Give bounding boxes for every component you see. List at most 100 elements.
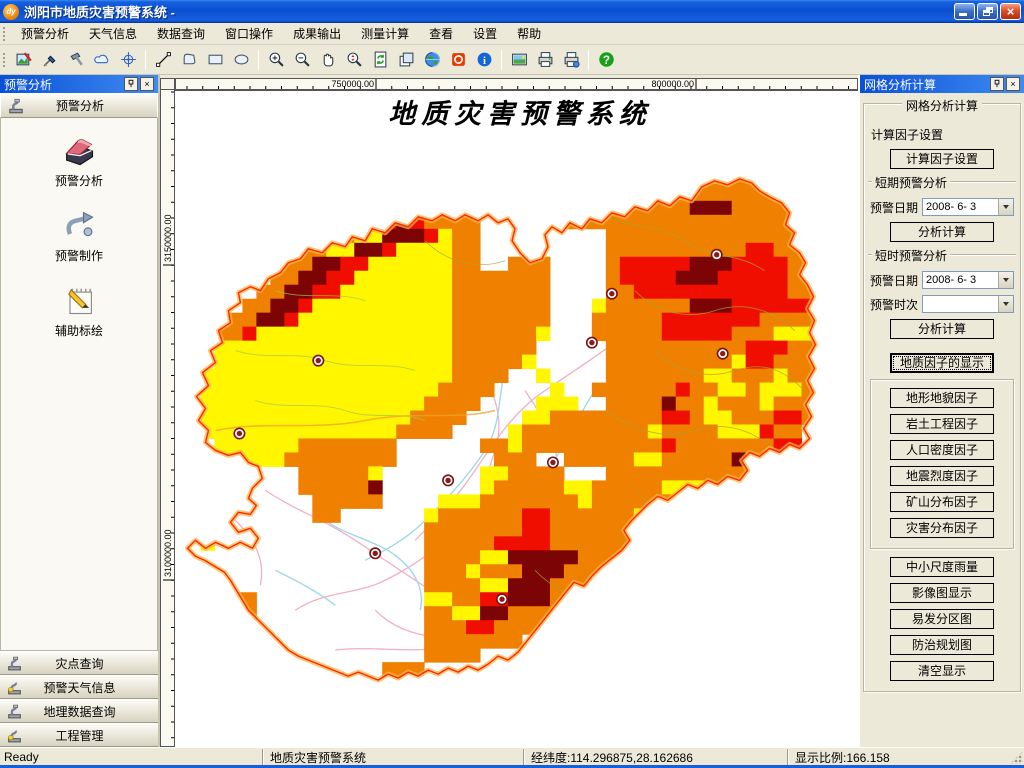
left-panel-header[interactable]: 预警分析 (0, 93, 158, 118)
warning-date-label: 预警日期 (870, 200, 919, 215)
calc-factor-settings-button[interactable]: 计算因子设置 (890, 149, 994, 169)
paint-brush-icon[interactable] (38, 48, 62, 72)
menu-help[interactable]: 帮助 (507, 22, 551, 45)
warning-time-combo[interactable] (922, 295, 1014, 313)
help-icon[interactable] (594, 48, 618, 72)
population-factor-button[interactable]: 人口密度因子 (890, 440, 994, 460)
refresh-view-icon[interactable] (368, 48, 392, 72)
map-canvas[interactable]: 地质灾害预警系统 (175, 90, 858, 747)
right-panel: 网格分析计算 × 网格分析计算 计算因子设置 计算因子设置 短期预警分析 预警日… (858, 75, 1024, 747)
info-icon[interactable] (472, 48, 496, 72)
close-button[interactable]: × (1000, 3, 1021, 20)
susceptibility-map-button[interactable]: 易发分区图 (890, 609, 994, 629)
polygon-tool-icon[interactable] (177, 48, 201, 72)
locate-crosshair-icon[interactable] (116, 48, 140, 72)
menu-view[interactable]: 查看 (419, 22, 463, 45)
pin-icon[interactable] (990, 77, 1004, 91)
section-short-term: 短期预警分析 预警日期 2008- 6- 3 分析计算 (868, 174, 1016, 242)
hammer-tool-icon[interactable] (64, 48, 88, 72)
print-preview-icon[interactable] (559, 48, 583, 72)
map-region: 750000.00 800000.00 3150000.00 3100000.00 … (160, 75, 858, 747)
svg-text:800000.00: 800000.00 (651, 79, 694, 89)
menu-weather-info[interactable]: 天气信息 (79, 22, 147, 45)
zoom-in-icon[interactable] (264, 48, 288, 72)
bar-project-management[interactable]: 工程管理 (0, 723, 158, 747)
item-warning-analysis[interactable]: 预警分析 (19, 132, 139, 189)
legend-map-icon[interactable] (507, 48, 531, 72)
bar-label: 预警天气信息 (43, 680, 116, 695)
status-coordinates: 经纬度:114.296875,28.162686 (523, 749, 787, 765)
bar-disaster-point-query[interactable]: 灾点查询 (0, 651, 158, 675)
globe-icon[interactable] (420, 48, 444, 72)
section-label: 短期预警分析 (872, 174, 951, 191)
image-display-button[interactable]: 影像图显示 (890, 583, 994, 603)
bar-warning-weather-info[interactable]: 预警天气信息 (0, 675, 158, 699)
map-edit-icon[interactable] (12, 48, 36, 72)
menu-warning-analysis[interactable]: 预警分析 (11, 22, 79, 45)
minimize-button[interactable] (954, 3, 975, 20)
menu-measure-calc[interactable]: 测量计算 (351, 22, 419, 45)
clear-display-button[interactable]: 清空显示 (890, 661, 994, 681)
window-title: 浏阳市地质灾害预警系统 - (24, 5, 175, 20)
geotech-factor-button[interactable]: 岩土工程因子 (890, 414, 994, 434)
print-icon[interactable] (533, 48, 557, 72)
close-icon[interactable]: × (1006, 77, 1020, 91)
restore-button[interactable] (977, 3, 998, 20)
bar-label: 灾点查询 (55, 656, 104, 671)
geo-factor-display-button[interactable]: 地质因子的显示 (890, 353, 994, 373)
ellipse-tool-icon[interactable] (229, 48, 253, 72)
prevention-plan-button[interactable]: 防治规划图 (890, 635, 994, 655)
close-icon[interactable]: × (140, 77, 154, 91)
combo-value: 2008- 6- 3 (926, 274, 977, 286)
section-label: 计算因子设置 (868, 126, 1016, 143)
terrain-factor-button[interactable]: 地形地貌因子 (890, 388, 994, 408)
chevron-down-icon[interactable] (998, 296, 1013, 312)
layers-copy-icon[interactable] (394, 48, 418, 72)
status-bar: Ready 地质灾害预警系统 经纬度:114.296875,28.162686 … (0, 747, 1024, 765)
item-auxiliary-plotting[interactable]: 辅助标绘 (19, 282, 139, 339)
rectangle-tool-icon[interactable] (203, 48, 227, 72)
warning-date-label: 预警日期 (870, 273, 919, 288)
mine-factor-button[interactable]: 矿山分布因子 (890, 492, 994, 512)
weather-icon (6, 679, 23, 696)
warning-time-label: 预警时次 (870, 297, 919, 312)
cloud-draw-icon[interactable] (90, 48, 114, 72)
resize-grip[interactable] (1010, 751, 1023, 764)
left-panel-header-label: 预警分析 (55, 99, 104, 113)
item-warning-production[interactable]: 预警制作 (19, 207, 139, 264)
title-bar[interactable]: dy 浏阳市地质灾害预警系统 - × (0, 0, 1024, 23)
toolbar-separator (258, 49, 259, 70)
pin-icon[interactable] (124, 77, 138, 91)
menu-result-output[interactable]: 成果输出 (283, 22, 351, 45)
menubar-grip[interactable] (2, 25, 7, 42)
app-logo-icon: dy (3, 3, 19, 20)
record-stop-icon[interactable] (446, 48, 470, 72)
toolbar-grip[interactable] (2, 51, 7, 68)
groupbox-legend: 网格分析计算 (901, 97, 983, 114)
menu-window-ops[interactable]: 窗口操作 (215, 22, 283, 45)
left-panel: 预警分析 × 预警分析 预警分析 预警制作 辅助标绘 灾点查询 预警天气信息 地… (0, 75, 160, 747)
short-time-analyze-button[interactable]: 分析计算 (890, 319, 994, 339)
line-tool-icon[interactable] (151, 48, 175, 72)
right-panel-title: 网格分析计算 (864, 77, 937, 92)
short-term-analyze-button[interactable]: 分析计算 (890, 222, 994, 242)
menu-settings[interactable]: 设置 (463, 22, 507, 45)
pan-hand-icon[interactable] (316, 48, 340, 72)
warning-date-combo2[interactable]: 2008- 6- 3 (922, 271, 1014, 289)
book-icon (61, 132, 97, 168)
item-label: 预警制作 (54, 249, 103, 263)
stamp-icon (6, 655, 23, 672)
weather-icon (6, 727, 23, 744)
menu-data-query[interactable]: 数据查询 (147, 22, 215, 45)
chevron-down-icon[interactable] (998, 199, 1013, 215)
seismic-factor-button[interactable]: 地震烈度因子 (890, 466, 994, 486)
left-panel-title: 预警分析 (4, 77, 53, 92)
rainfall-button[interactable]: 中小尺度雨量 (890, 557, 994, 577)
zoom-extent-icon[interactable] (342, 48, 366, 72)
chevron-down-icon[interactable] (998, 272, 1013, 288)
warning-date-combo[interactable]: 2008- 6- 3 (922, 198, 1014, 216)
bar-geo-data-query[interactable]: 地理数据查询 (0, 699, 158, 723)
make-tool-icon (61, 207, 97, 243)
disaster-factor-button[interactable]: 灾害分布因子 (890, 518, 994, 538)
zoom-out-icon[interactable] (290, 48, 314, 72)
